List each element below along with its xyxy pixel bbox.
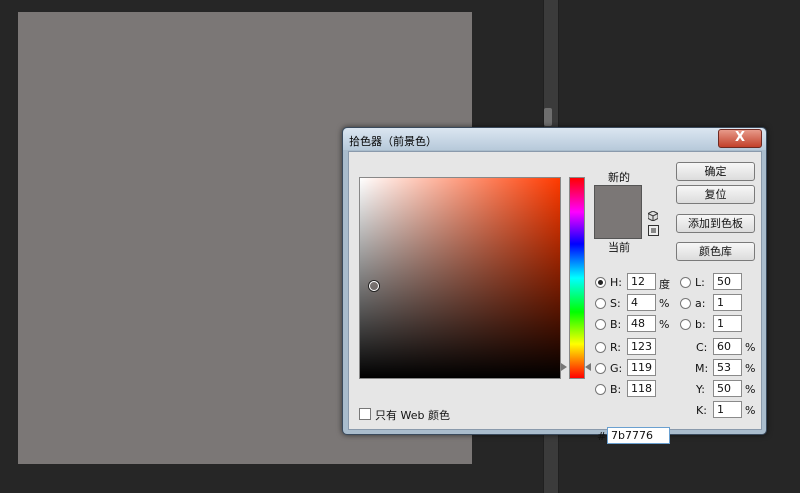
- blue-input[interactable]: 118: [627, 380, 656, 397]
- new-color-label: 新的: [608, 171, 630, 184]
- radio-lab-b[interactable]: [680, 319, 691, 330]
- b-input[interactable]: 48: [627, 315, 656, 332]
- c-unit: %: [745, 341, 756, 354]
- lab-b-input[interactable]: 1: [713, 315, 742, 332]
- out-of-gamut-cube-icon[interactable]: [648, 211, 658, 221]
- l-input[interactable]: 50: [713, 273, 742, 290]
- a-label: a:: [695, 297, 706, 310]
- h-unit: 度: [659, 278, 670, 291]
- y-input[interactable]: 50: [713, 380, 742, 397]
- radio-h[interactable]: [595, 277, 606, 288]
- radio-blue[interactable]: [595, 384, 606, 395]
- y-unit: %: [745, 383, 756, 396]
- current-color-label: 当前: [608, 241, 630, 254]
- m-input[interactable]: 53: [713, 359, 742, 376]
- r-label: R:: [610, 341, 622, 354]
- s-unit: %: [659, 297, 670, 310]
- b-unit: %: [659, 318, 670, 331]
- l-label: L:: [695, 276, 705, 289]
- y-label: Y:: [696, 383, 705, 396]
- close-button[interactable]: X: [718, 129, 762, 148]
- h-input[interactable]: 12: [627, 273, 656, 290]
- g-input[interactable]: 119: [627, 359, 656, 376]
- radio-b[interactable]: [595, 319, 606, 330]
- r-input[interactable]: 123: [627, 338, 656, 355]
- dialog-titlebar[interactable]: 拾色器（前景色） X: [343, 128, 766, 150]
- color-libraries-button[interactable]: 颜色库: [676, 242, 755, 261]
- new-color-swatch: [595, 186, 641, 212]
- k-unit: %: [745, 404, 756, 417]
- hue-slider[interactable]: [569, 177, 585, 379]
- k-input[interactable]: 1: [713, 401, 742, 418]
- hue-slider-right-arrow-icon[interactable]: [585, 363, 591, 371]
- k-label: K:: [696, 404, 707, 417]
- lab-b-label: b:: [695, 318, 706, 331]
- c-label: C:: [696, 341, 708, 354]
- color-field[interactable]: [359, 177, 561, 379]
- g-label: G:: [610, 362, 623, 375]
- radio-r[interactable]: [595, 342, 606, 353]
- dialog-title: 拾色器（前景色）: [349, 135, 437, 148]
- radio-a[interactable]: [680, 298, 691, 309]
- s-input[interactable]: 4: [627, 294, 656, 311]
- color-field-picker-circle[interactable]: [369, 281, 379, 291]
- c-input[interactable]: 60: [713, 338, 742, 355]
- radio-s[interactable]: [595, 298, 606, 309]
- hex-hash-label: #: [597, 430, 607, 443]
- ok-button[interactable]: 确定: [676, 162, 755, 181]
- h-label: H:: [610, 276, 622, 289]
- hue-slider-left-arrow-icon[interactable]: [561, 363, 567, 371]
- reset-button[interactable]: 复位: [676, 185, 755, 204]
- color-picker-dialog: 拾色器（前景色） X 新的 当前 确定 复位 添加到色板 颜色库 H: 12 度: [342, 127, 767, 444]
- a-input[interactable]: 1: [713, 294, 742, 311]
- radio-g[interactable]: [595, 363, 606, 374]
- web-only-label: 只有 Web 颜色: [375, 409, 450, 422]
- blue-label: B:: [610, 383, 622, 396]
- panel-resize-handle[interactable]: [544, 108, 552, 126]
- s-label: S:: [610, 297, 621, 310]
- hex-input[interactable]: 7b7776: [607, 427, 670, 444]
- add-to-swatches-button[interactable]: 添加到色板: [676, 214, 755, 233]
- color-swatch-preview: [594, 185, 642, 239]
- web-safe-color-icon[interactable]: [648, 225, 659, 236]
- radio-l[interactable]: [680, 277, 691, 288]
- web-only-checkbox[interactable]: [359, 408, 371, 420]
- m-label: M:: [695, 362, 709, 375]
- m-unit: %: [745, 362, 756, 375]
- dialog-body: 新的 当前 确定 复位 添加到色板 颜色库 H: 12 度 S: 4 % B: …: [348, 151, 762, 444]
- current-color-swatch[interactable]: [595, 212, 641, 238]
- b-label: B:: [610, 318, 622, 331]
